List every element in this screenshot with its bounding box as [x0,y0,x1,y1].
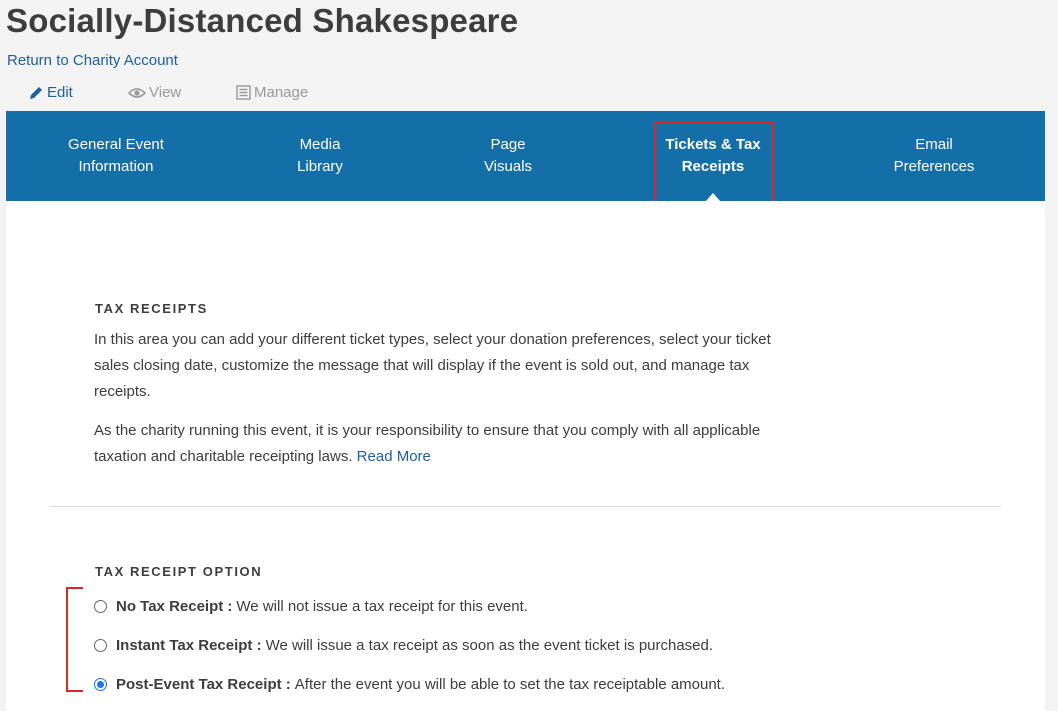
tax-receipts-heading: TAX RECEIPTS [95,301,208,316]
manage-label: Manage [254,84,309,101]
eye-icon [128,87,146,98]
manage-mode-link[interactable]: Manage [236,84,308,101]
option-label: Post-Event Tax Receipt : [116,676,291,693]
option-description: We will not issue a tax receipt for this… [236,598,528,615]
tax-receipt-option-heading: TAX RECEIPT OPTION [95,564,263,579]
tax-receipts-responsibility: As the charity running this event, it is… [94,418,784,470]
options-bracket-annotation [66,587,83,692]
tab-page-visuals[interactable]: Page Visuals [458,111,558,201]
tab-label-line1: Media [299,136,341,153]
no-tax-receipt-radio[interactable] [94,600,107,613]
option-label: Instant Tax Receipt : [116,637,262,654]
return-to-charity-account-link[interactable]: Return to Charity Account [7,52,178,69]
post-event-tax-receipt-radio[interactable] [94,678,107,691]
tab-label-line2: Library [297,158,343,175]
instant-tax-receipt-option[interactable]: Instant Tax Receipt : We will issue a ta… [94,637,713,654]
section-divider [50,506,1001,507]
option-description: We will issue a tax receipt as soon as t… [265,637,714,654]
tab-label-line1: General Event [68,136,164,153]
option-label: No Tax Receipt : [116,598,233,615]
main-content: TAX RECEIPTS In this area you can add yo… [6,201,1045,711]
list-icon [236,85,251,100]
tab-label-line1: Email [915,136,953,153]
edit-label: Edit [47,84,73,101]
pencil-icon [30,86,42,99]
tab-media-library[interactable]: Media Library [270,111,370,201]
view-label: View [149,84,182,101]
tab-email-preferences[interactable]: Email Preferences [874,111,994,201]
tab-general-event-information[interactable]: General Event Information [46,111,186,201]
edit-mode-link[interactable]: Edit [28,84,73,101]
tab-label-line2: Information [78,158,154,175]
option-description: After the event you will be able to set … [294,676,726,693]
page-title: Socially-Distanced Shakespeare [6,2,519,39]
read-more-link[interactable]: Read More [357,448,431,465]
tab-label-line1: Page [490,136,526,153]
tax-receipts-intro: In this area you can add your different … [94,331,771,400]
tab-label-line2: Visuals [483,158,533,175]
event-tab-bar: General Event Information Media Library … [6,111,1045,201]
post-event-tax-receipt-option[interactable]: Post-Event Tax Receipt : After the event… [94,676,725,693]
instant-tax-receipt-radio[interactable] [94,639,107,652]
no-tax-receipt-option[interactable]: No Tax Receipt : We will not issue a tax… [94,598,528,615]
view-mode-link[interactable]: View [128,84,181,101]
tab-label-line2: Preferences [893,158,975,175]
